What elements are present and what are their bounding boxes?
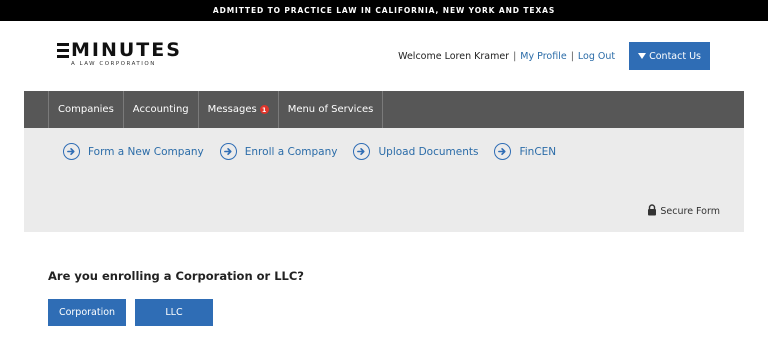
nav-item-label: Messages xyxy=(207,104,257,115)
contact-us-label: Contact Us xyxy=(649,50,701,62)
divider: | xyxy=(513,50,517,62)
contact-us-button[interactable]: Contact Us xyxy=(629,42,710,70)
nav-item-menu-of-services[interactable]: Menu of Services xyxy=(279,91,384,128)
nav-item-companies[interactable]: Companies xyxy=(48,91,124,128)
quick-link-label: FinCEN xyxy=(519,145,557,158)
quick-link-label: Upload Documents xyxy=(378,145,479,158)
nav-item-accounting[interactable]: Accounting xyxy=(124,91,199,128)
nav-item-messages[interactable]: Messages 1 xyxy=(199,91,279,128)
welcome-bar: Welcome Loren Kramer | My Profile | Log … xyxy=(398,51,615,62)
my-profile-link[interactable]: My Profile xyxy=(520,51,566,62)
upload-documents-link[interactable]: Upload Documents xyxy=(353,143,478,160)
quick-actions-panel: Form a New Company Enroll a Company Uplo… xyxy=(24,128,744,232)
logo-name: MINUTES xyxy=(71,39,182,61)
lock-icon xyxy=(647,204,657,219)
arrow-right-circle-icon xyxy=(353,143,371,160)
quick-link-label: Enroll a Company xyxy=(244,145,338,158)
fincen-link[interactable]: FinCEN xyxy=(494,143,556,160)
logo-mark-icon xyxy=(57,42,69,58)
corporation-label: Corporation xyxy=(58,307,116,318)
messages-count-badge: 1 xyxy=(259,105,269,114)
arrow-right-circle-icon xyxy=(63,143,80,160)
header-account: Welcome Loren Kramer | My Profile | Log … xyxy=(398,42,710,70)
nav-item-label: Accounting xyxy=(132,104,189,115)
secure-form-label: Secure Form xyxy=(660,206,720,217)
banner-text: ADMITTED TO PRACTICE LAW IN CALIFORNIA, … xyxy=(212,6,556,15)
divider: | xyxy=(570,50,574,62)
nav-item-label: Companies xyxy=(58,104,114,115)
corporation-button[interactable]: Corporation xyxy=(48,299,126,326)
entity-type-question: Are you enrolling a Corporation or LLC? xyxy=(48,269,304,283)
llc-button[interactable]: LLC xyxy=(135,299,213,326)
form-new-company-link[interactable]: Form a New Company xyxy=(63,143,204,160)
arrow-right-circle-icon xyxy=(494,143,512,160)
top-banner: ADMITTED TO PRACTICE LAW IN CALIFORNIA, … xyxy=(0,0,768,21)
quick-link-label: Form a New Company xyxy=(88,145,204,158)
welcome-text: Welcome Loren Kramer xyxy=(398,50,510,62)
main-nav: Companies Accounting Messages 1 Menu of … xyxy=(24,91,744,128)
log-out-link[interactable]: Log Out xyxy=(578,51,615,62)
llc-label: LLC xyxy=(165,307,183,318)
logo[interactable]: MINUTES A LAW CORPORATION xyxy=(57,40,182,67)
logo-tagline: A LAW CORPORATION xyxy=(71,61,156,67)
nav-item-label: Menu of Services xyxy=(287,104,374,115)
enroll-company-link[interactable]: Enroll a Company xyxy=(219,143,338,160)
secure-form-indicator: Secure Form xyxy=(647,204,720,219)
arrow-right-circle-icon xyxy=(219,143,237,160)
triangle-down-icon xyxy=(638,53,647,59)
